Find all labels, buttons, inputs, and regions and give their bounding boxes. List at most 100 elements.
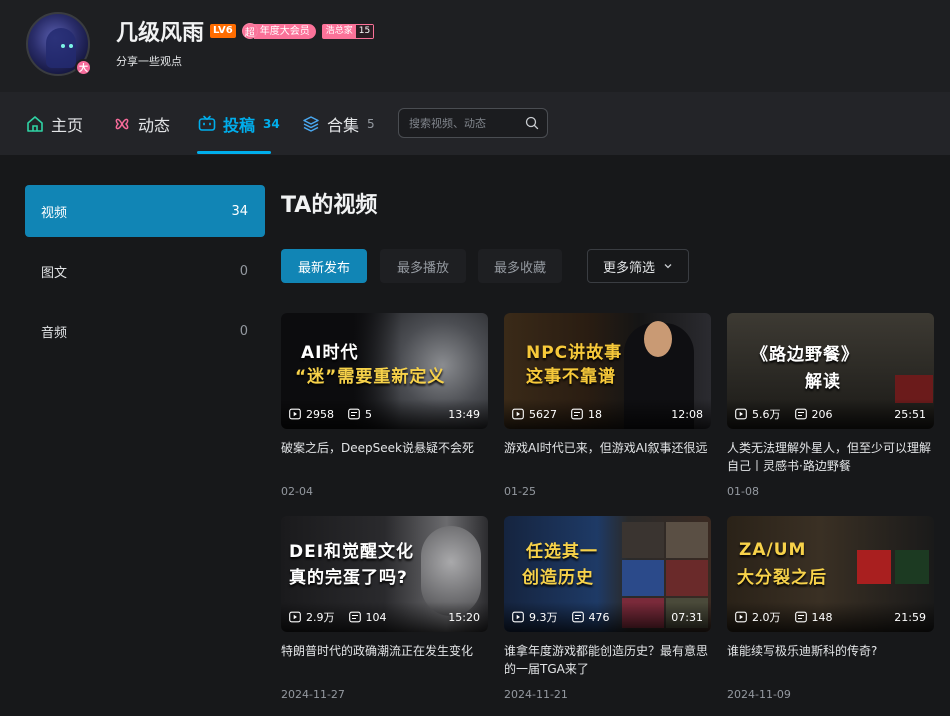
play-count: 2.9万 <box>289 609 335 625</box>
video-card[interactable]: NPC讲故事 这事不靠谱 5627 18 12:08 游戏AI时代已来，但游戏A… <box>504 313 711 498</box>
video-card[interactable]: DEI和觉醒文化 真的完蛋了吗? 2.9万 104 15:20 特朗普时代的政确… <box>281 516 488 701</box>
video-title[interactable]: 谁能续写极乐迪斯科的传奇? <box>727 642 934 678</box>
fan-medal-level: 15 <box>355 24 374 38</box>
video-thumbnail[interactable]: 《路边野餐》 解读 5.6万 206 25:51 <box>727 313 934 429</box>
video-date: 2024-11-09 <box>727 688 791 701</box>
video-card[interactable]: 《路边野餐》 解读 5.6万 206 25:51 人类无法理解外星人，但至少可以… <box>727 313 934 498</box>
sidebar-item-label: 图文 <box>41 265 68 281</box>
vip-icon: 超 <box>241 23 258 39</box>
thumbnail-title-line2: 这事不靠谱 <box>526 367 616 387</box>
dynamic-icon <box>115 118 129 129</box>
video-title[interactable]: 谁拿年度游戏都能创造历史？最有意思的一届TGA来了 <box>504 642 711 678</box>
thumbnail-title-line2: 大分裂之后 <box>737 568 827 588</box>
search-input[interactable] <box>409 116 519 130</box>
danmaku-count: 104 <box>348 611 387 624</box>
danmaku-count: 5 <box>348 408 372 421</box>
thumbnail-title-line2: 创造历史 <box>522 568 594 588</box>
level-badge[interactable]: LV6 <box>210 24 236 38</box>
play-icon <box>289 611 301 623</box>
play-count: 9.3万 <box>512 609 558 625</box>
play-count: 5.6万 <box>735 406 781 422</box>
video-stats: 5.6万 206 25:51 <box>727 399 934 429</box>
more-filter-label: 更多筛选 <box>602 260 655 276</box>
sidebar-item-label: 视频 <box>41 205 68 221</box>
video-title[interactable]: 游戏AI时代已来，但游戏AI叙事还很远 <box>504 439 711 475</box>
thumbnail-title-line2: “迷”需要重新定义 <box>295 367 446 387</box>
video-stats: 2958 5 13:49 <box>281 399 488 429</box>
danmaku-icon <box>348 611 361 623</box>
tab-dynamic[interactable]: 动态 <box>112 92 170 155</box>
video-duration: 15:20 <box>448 610 480 624</box>
video-date: 01-08 <box>727 485 759 498</box>
profile-nav: 主页 动态 投稿 34 合集 5 <box>0 92 950 155</box>
video-thumbnail[interactable]: 任选其一 创造历史 9.3万 476 07:31 <box>504 516 711 632</box>
video-stats: 9.3万 476 07:31 <box>504 602 711 632</box>
danmaku-icon <box>571 408 583 420</box>
filter-most-played[interactable]: 最多播放 <box>380 249 466 283</box>
tab-upload-count: 34 <box>263 116 280 131</box>
tab-collection-count: 5 <box>367 116 375 131</box>
play-icon <box>512 408 524 420</box>
video-title[interactable]: 特朗普时代的政确潮流正在发生变化 <box>281 642 488 678</box>
username-row: 几级风雨 LV6 超 年度大会员 浩总家 15 <box>116 15 375 47</box>
play-icon <box>735 611 747 623</box>
video-date: 02-04 <box>281 485 313 498</box>
avatar[interactable]: 大 <box>26 12 92 78</box>
sidebar-item-count: 34 <box>231 203 248 219</box>
tab-upload[interactable]: 投稿 34 <box>197 92 280 155</box>
video-card[interactable]: 任选其一 创造历史 9.3万 476 07:31 谁拿年度游戏都能创造历史？最有… <box>504 516 711 701</box>
fan-medal[interactable]: 浩总家 15 <box>321 23 375 39</box>
layers-icon <box>303 115 319 132</box>
play-icon <box>512 611 524 623</box>
filter-latest[interactable]: 最新发布 <box>281 249 367 283</box>
video-title[interactable]: 破案之后，DeepSeek说悬疑不会死 <box>281 439 488 475</box>
video-title[interactable]: 人类无法理解外星人，但至少可以理解自己丨灵感书·路边野餐 <box>727 439 934 475</box>
chevron-down-icon <box>664 264 672 269</box>
more-filter-dropdown[interactable]: 更多筛选 <box>587 249 689 283</box>
tab-home[interactable]: 主页 <box>25 92 83 155</box>
video-card[interactable]: ZA/UM 大分裂之后 2.0万 148 21:59 谁能续写极乐迪斯科的传奇?… <box>727 516 934 701</box>
sidebar-item-count: 0 <box>239 263 248 279</box>
video-stats: 5627 18 12:08 <box>504 399 711 429</box>
sidebar-item-video[interactable]: 视频 34 <box>25 185 265 237</box>
sidebar-item-article[interactable]: 图文 0 <box>25 245 265 297</box>
video-thumbnail[interactable]: NPC讲故事 这事不靠谱 5627 18 12:08 <box>504 313 711 429</box>
danmaku-count: 206 <box>794 408 833 421</box>
danmaku-icon <box>794 611 807 623</box>
filter-most-favorited[interactable]: 最多收藏 <box>478 249 562 283</box>
tab-home-label: 主页 <box>51 115 84 135</box>
thumbnail-title-line1: 《路边野餐》 <box>751 345 859 365</box>
sidebar-item-audio[interactable]: 音频 0 <box>25 305 265 357</box>
tab-upload-label: 投稿 <box>223 115 256 135</box>
video-duration: 21:59 <box>894 610 926 624</box>
video-thumbnail[interactable]: DEI和觉醒文化 真的完蛋了吗? 2.9万 104 15:20 <box>281 516 488 632</box>
video-card[interactable]: AI时代 “迷”需要重新定义 2958 5 13:49 破案之后，DeepSee… <box>281 313 488 498</box>
vip-label: 年度大会员 <box>253 23 316 39</box>
video-duration: 13:49 <box>448 407 480 421</box>
username[interactable]: 几级风雨 <box>116 15 204 47</box>
play-icon <box>735 408 747 420</box>
video-duration: 12:08 <box>671 407 703 421</box>
search-box[interactable] <box>398 108 548 138</box>
danmaku-icon <box>794 408 807 420</box>
sidebar-item-count: 0 <box>239 323 248 339</box>
vip-badge[interactable]: 超 年度大会员 <box>241 23 316 39</box>
danmaku-count: 476 <box>571 611 610 624</box>
tv-icon <box>198 115 216 131</box>
video-date: 01-25 <box>504 485 536 498</box>
video-date: 2024-11-21 <box>504 688 568 701</box>
danmaku-count: 148 <box>794 611 833 624</box>
video-stats: 2.0万 148 21:59 <box>727 602 934 632</box>
user-sign: 分享一些观点 <box>116 55 182 68</box>
video-duration: 25:51 <box>894 407 926 421</box>
tab-collection[interactable]: 合集 5 <box>301 92 375 155</box>
video-date: 2024-11-27 <box>281 688 345 701</box>
fan-medal-name: 浩总家 <box>322 24 356 38</box>
thumbnail-title-line1: DEI和觉醒文化 <box>289 542 415 562</box>
thumbnail-title-line2: 真的完蛋了吗? <box>289 568 408 588</box>
video-duration: 07:31 <box>671 610 703 624</box>
tab-dynamic-label: 动态 <box>138 115 171 135</box>
video-thumbnail[interactable]: ZA/UM 大分裂之后 2.0万 148 21:59 <box>727 516 934 632</box>
video-thumbnail[interactable]: AI时代 “迷”需要重新定义 2958 5 13:49 <box>281 313 488 429</box>
search-icon[interactable] <box>525 116 539 130</box>
